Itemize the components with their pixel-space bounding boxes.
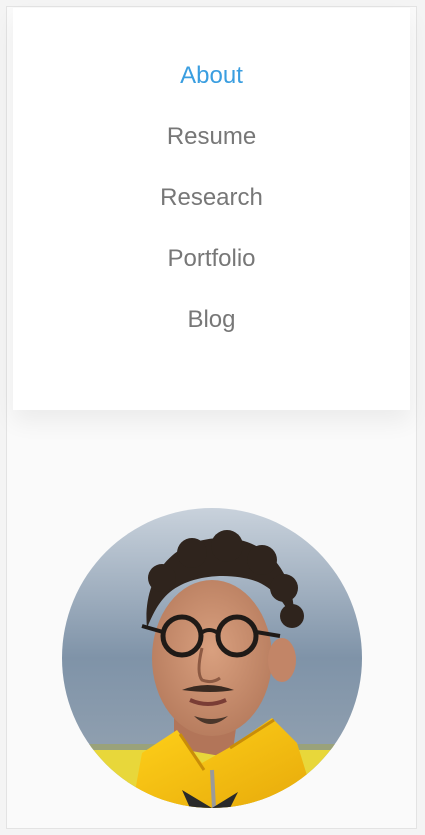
- nav-item-blog[interactable]: Blog: [13, 305, 410, 335]
- nav-item-resume[interactable]: Resume: [13, 122, 410, 152]
- nav-item-research[interactable]: Research: [13, 183, 410, 213]
- nav-item-about[interactable]: About: [13, 61, 410, 91]
- main-navigation: About Resume Research Portfolio Blog: [13, 8, 410, 410]
- profile-photo: [62, 508, 362, 808]
- nav-item-portfolio[interactable]: Portfolio: [13, 244, 410, 274]
